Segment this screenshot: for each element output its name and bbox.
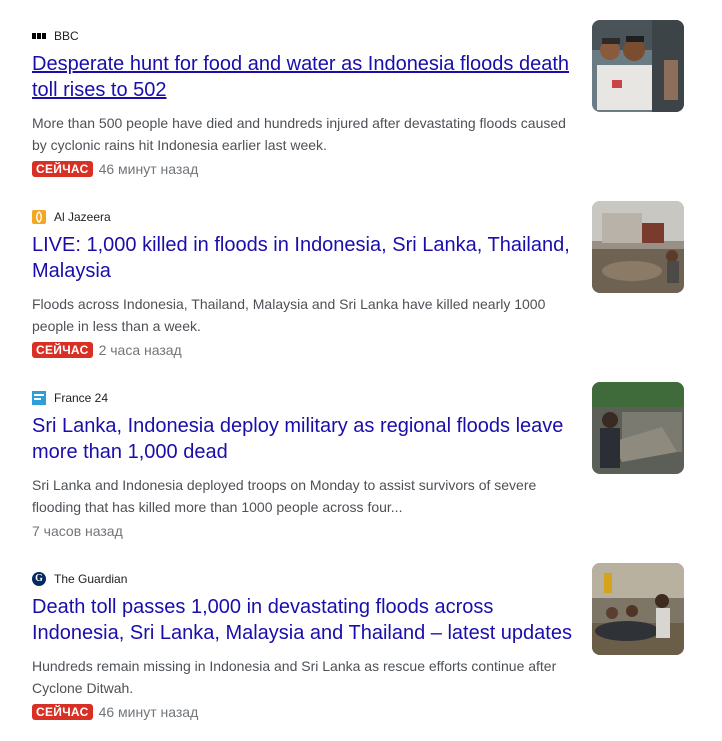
flood-rescue-boat-photo[interactable] xyxy=(592,563,684,655)
article-meta: СЕЙЧАС 46 минут назад xyxy=(32,161,198,177)
article-headline[interactable]: Death toll passes 1,000 in devastating f… xyxy=(32,594,572,646)
article-snippet: More than 500 people have died and hundr… xyxy=(32,115,566,153)
guardian-icon: G xyxy=(32,572,46,586)
al-jazeera-icon xyxy=(32,210,46,224)
article-snippet: Floods across Indonesia, Thailand, Malay… xyxy=(32,296,546,334)
article-time: 7 часов назад xyxy=(32,523,123,539)
article-headline[interactable]: LIVE: 1,000 killed in floods in Indonesi… xyxy=(32,232,572,284)
article-meta: 7 часов назад xyxy=(32,523,123,539)
article-time: 46 минут назад xyxy=(98,704,199,720)
france24-icon xyxy=(32,391,46,405)
live-badge: СЕЙЧАС xyxy=(32,342,93,358)
live-badge: СЕЙЧАС xyxy=(32,161,93,177)
article-time: 46 минут назад xyxy=(98,161,199,177)
bbc-icon xyxy=(32,29,46,43)
news-article[interactable]: France 24 Sri Lanka, Indonesia deploy mi… xyxy=(32,382,722,560)
article-headline[interactable]: Desperate hunt for food and water as Ind… xyxy=(32,51,572,103)
source-name[interactable]: The Guardian xyxy=(54,572,127,586)
source-name[interactable]: France 24 xyxy=(54,391,108,405)
flood-debris-photo[interactable] xyxy=(592,382,684,474)
flood-mud-house-photo[interactable] xyxy=(592,201,684,293)
source-name[interactable]: BBC xyxy=(54,29,79,43)
news-article[interactable]: BBC Desperate hunt for food and water as… xyxy=(32,20,722,198)
news-article[interactable]: Al Jazeera LIVE: 1,000 killed in floods … xyxy=(32,201,722,379)
flood-children-photo[interactable] xyxy=(592,20,684,112)
article-headline[interactable]: Sri Lanka, Indonesia deploy military as … xyxy=(32,413,572,465)
live-badge: СЕЙЧАС xyxy=(32,704,93,720)
article-snippet: Hundreds remain missing in Indonesia and… xyxy=(32,658,557,696)
article-snippet: Sri Lanka and Indonesia deployed troops … xyxy=(32,477,537,515)
news-feed: BBC Desperate hunt for food and water as… xyxy=(0,0,722,733)
article-meta: СЕЙЧАС 2 часа назад xyxy=(32,342,182,358)
news-article[interactable]: G The Guardian Death toll passes 1,000 i… xyxy=(32,563,722,741)
article-time: 2 часа назад xyxy=(98,342,182,358)
article-meta: СЕЙЧАС 46 минут назад xyxy=(32,704,198,720)
source-name[interactable]: Al Jazeera xyxy=(54,210,111,224)
